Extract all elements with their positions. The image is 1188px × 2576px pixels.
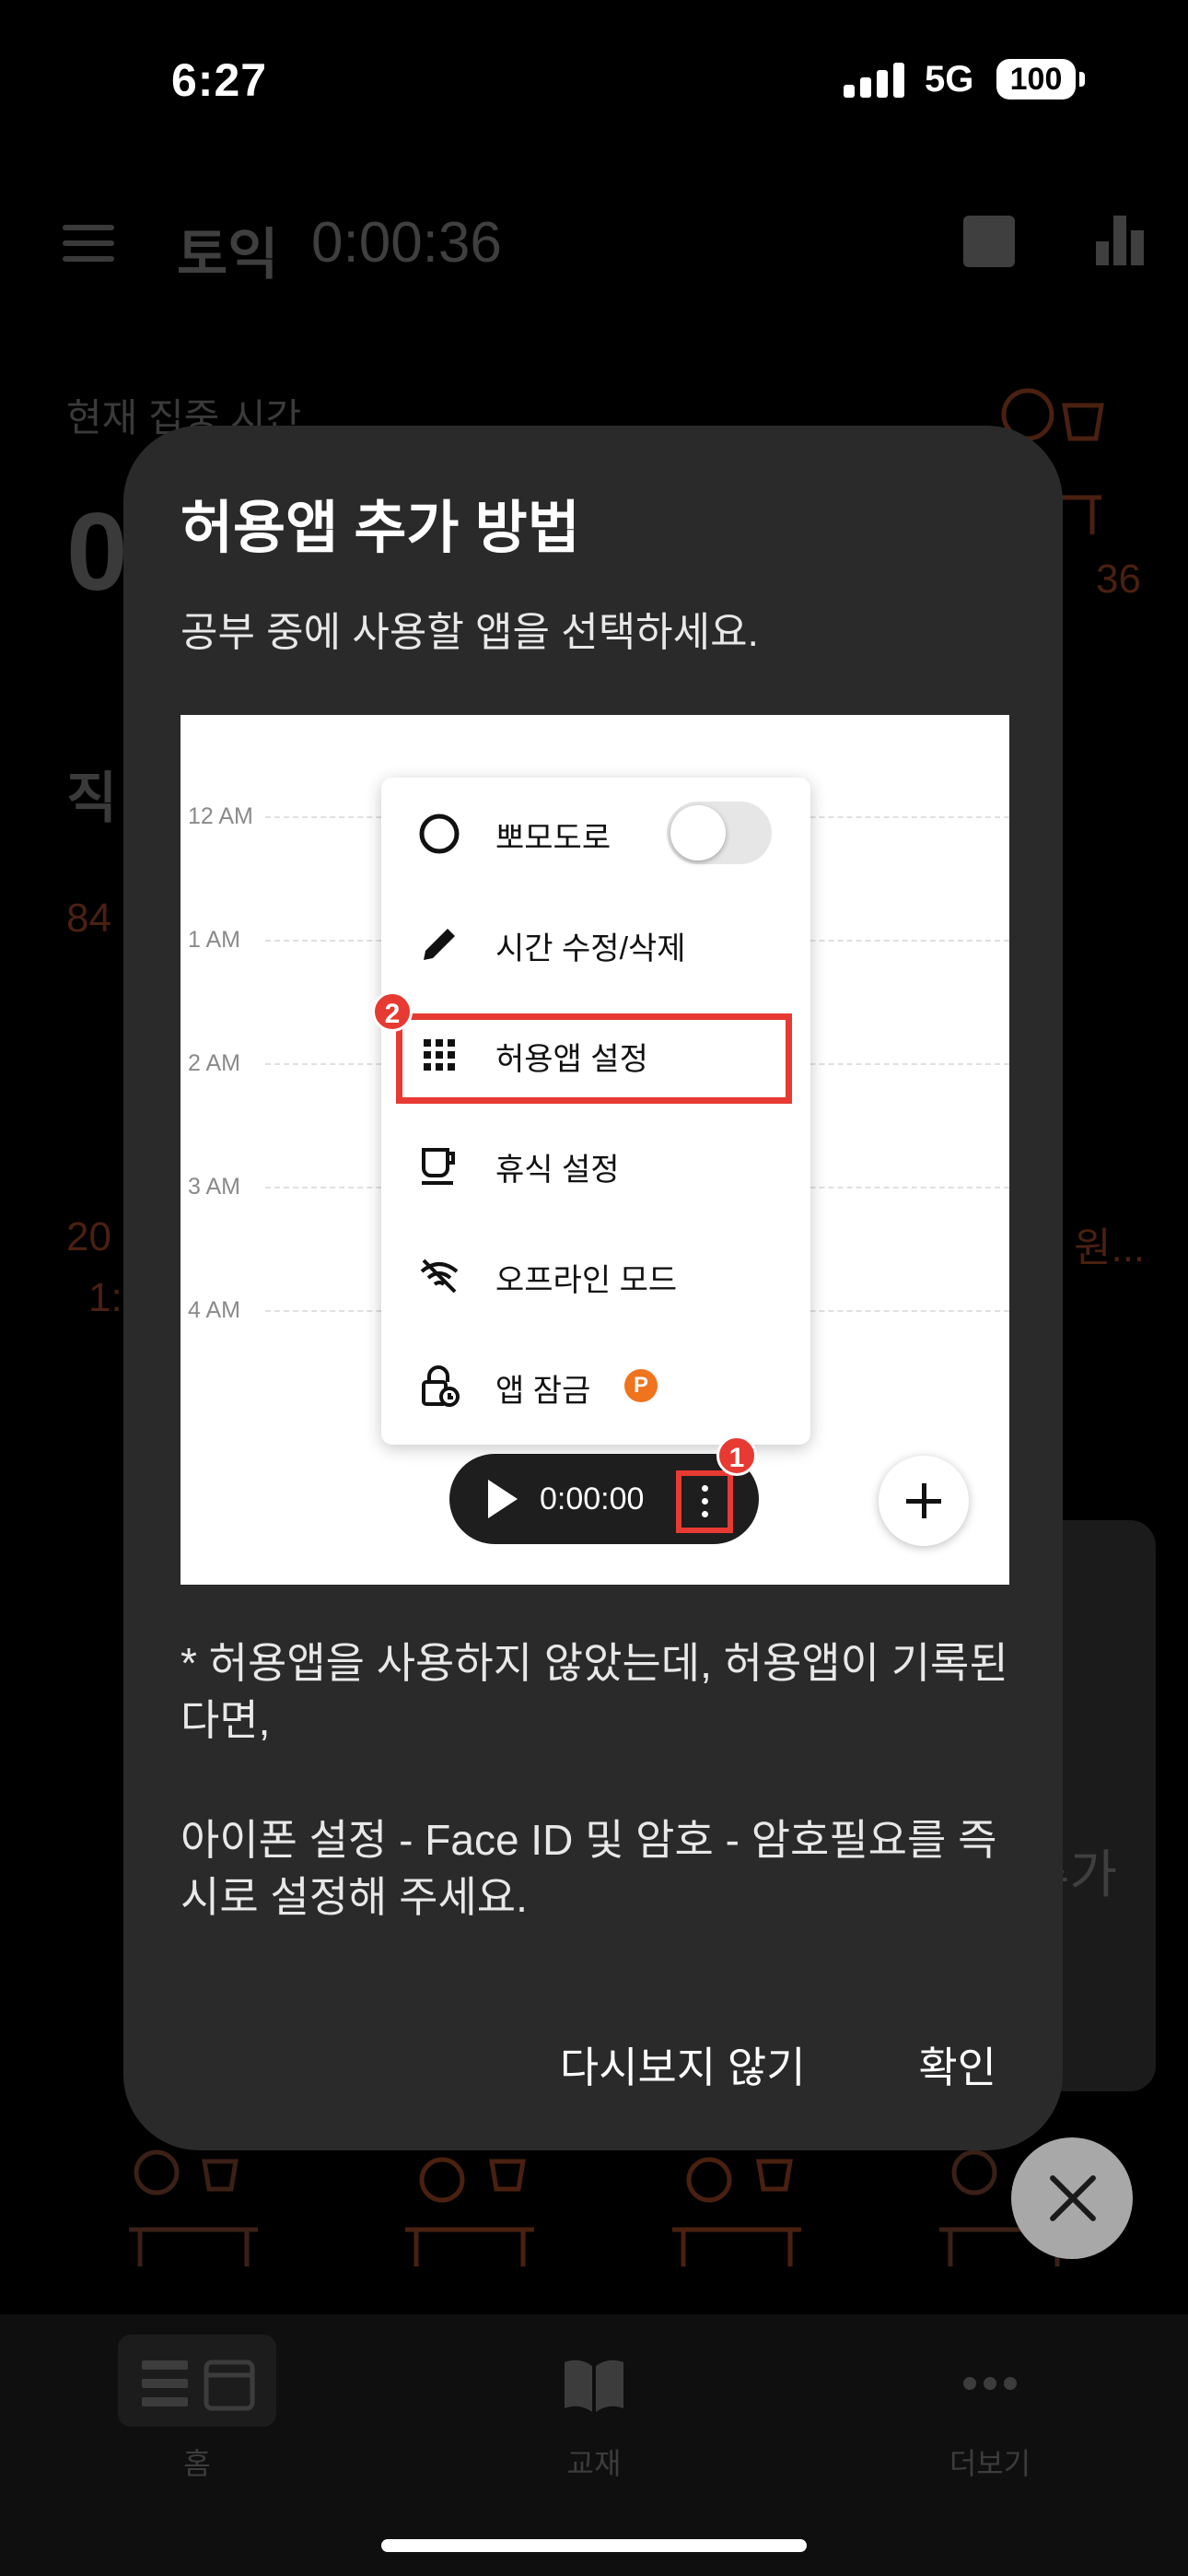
right-value: 36	[1096, 556, 1141, 602]
tab-textbook[interactable]: 교재	[502, 2351, 686, 2483]
dialog-note-1: * 허용앱을 사용하지 않았는데, 허용앱이 기록된다면,	[181, 1639, 1008, 1744]
hour-label: 1 AM	[188, 927, 240, 953]
tab-more[interactable]: 더보기	[898, 2351, 1082, 2483]
menu-item-edit-time: 시간 수정/삭제	[381, 888, 810, 999]
hour-label: 4 AM	[188, 1297, 240, 1323]
list-calendar-icon	[142, 2359, 255, 2411]
row-left-1: 84	[66, 896, 111, 941]
row-right: 원...	[1074, 1225, 1146, 1270]
hour-label: 3 AM	[188, 1174, 240, 1200]
dialog-actions: 다시보지 않기 확인	[459, 2034, 996, 2095]
play-icon	[488, 1480, 518, 1518]
step-2-badge: 2	[372, 991, 413, 1032]
clock: 6:27	[171, 54, 268, 106]
menu-label: 오프라인 모드	[495, 1263, 678, 1298]
toggle-knob	[670, 805, 726, 861]
book-icon	[565, 2359, 623, 2412]
dialog-note-2: 아이폰 설정 - Face ID 및 암호 - 암호필요를 즉시로 설정해 주세…	[181, 1816, 997, 1921]
menu-label: 시간 수정/삭제	[495, 931, 686, 966]
menu-item-pomodoro: 뽀모도로	[381, 778, 810, 888]
home-indicator[interactable]	[381, 2539, 807, 2552]
signal-icon	[844, 61, 904, 98]
tab-textbook-label: 교재	[566, 2447, 622, 2480]
section-label: 직	[66, 767, 118, 829]
network-type: 5G	[925, 59, 974, 100]
more-dots-icon	[963, 2377, 1017, 2390]
timer-player: 0:00:00	[449, 1454, 759, 1544]
subject-timer: 0:00:36	[311, 211, 502, 275]
allowed-apps-guide-dialog: 허용앱 추가 방법 공부 중에 사용할 앱을 선택하세요. 12 AM 1 AM…	[123, 426, 1063, 2150]
tab-more-label: 더보기	[949, 2447, 1031, 2480]
cup-icon	[422, 1148, 455, 1185]
student-illustration	[672, 2157, 801, 2266]
pencil-icon	[424, 929, 455, 960]
battery-tip	[1079, 72, 1085, 87]
dont-show-again-button[interactable]: 다시보지 않기	[560, 2034, 806, 2095]
add-icon	[879, 1456, 969, 1546]
bottom-tab-bar: 홈 교재 더보기	[0, 2314, 1188, 2576]
more-options-highlight	[676, 1470, 733, 1533]
timer-options-menu: 뽀모도로 시간 수정/삭제 허용앱 설정 휴식 설정 오프라인 모드 앱 잠금 …	[381, 778, 810, 1445]
subject-title: 토익	[177, 224, 279, 286]
row-left-3: 1:	[88, 1275, 122, 1320]
hour-label: 12 AM	[188, 803, 253, 829]
tab-home-label: 홈	[183, 2447, 211, 2480]
wifi-off-icon	[420, 1259, 459, 1294]
pomodoro-icon	[419, 814, 460, 854]
hour-label: 2 AM	[188, 1050, 240, 1076]
dialog-subtitle: 공부 중에 사용할 앱을 선택하세요.	[181, 610, 759, 655]
pomodoro-toggle	[667, 802, 772, 864]
dialog-title: 허용앱 추가 방법	[181, 497, 580, 560]
focus-time-value: 0	[66, 490, 128, 614]
battery-icon: 100	[996, 59, 1076, 100]
row-left-2: 20	[66, 1214, 111, 1259]
desk-lamp-illustration	[129, 2149, 258, 2266]
confirm-button[interactable]: 확인	[918, 2034, 996, 2095]
allowed-apps-highlight	[396, 1013, 792, 1104]
checklist-icon[interactable]	[963, 216, 1015, 267]
tab-home[interactable]: 홈	[105, 2351, 289, 2483]
step-1-badge: 1	[716, 1435, 757, 1476]
stats-icon[interactable]	[1096, 216, 1144, 265]
menu-item-offline: 오프라인 모드	[381, 1220, 810, 1330]
lock-clock-icon	[422, 1365, 460, 1407]
menu-item-break: 휴식 설정	[381, 1109, 810, 1220]
menu-item-app-lock: 앱 잠금 P	[381, 1330, 810, 1441]
menu-label: 휴식 설정	[495, 1153, 620, 1188]
student-illustration	[405, 2157, 534, 2266]
menu-label: 앱 잠금	[495, 1374, 591, 1409]
status-bar: 6:27 5G 100	[0, 0, 1188, 157]
close-fab-button[interactable]	[1011, 2137, 1133, 2259]
premium-badge: P	[624, 1369, 658, 1402]
guide-preview-image: 12 AM 1 AM 2 AM 3 AM 4 AM 뽀모도로 시간 수정/삭제	[181, 715, 1009, 1585]
menu-icon[interactable]	[63, 225, 114, 262]
menu-label: 뽀모도로	[495, 821, 611, 856]
player-time: 0:00:00	[540, 1481, 645, 1516]
